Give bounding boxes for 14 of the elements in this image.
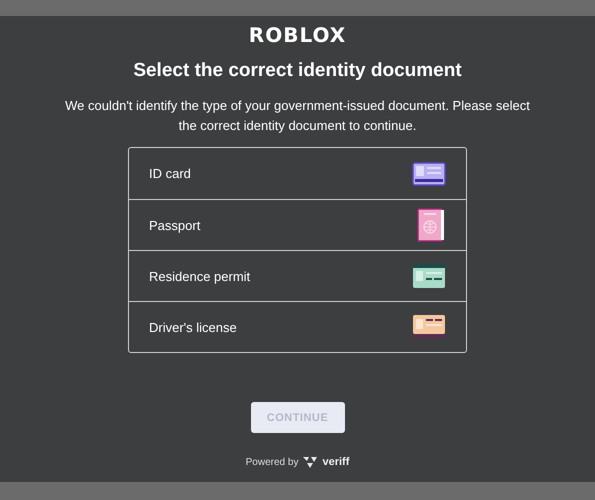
brand-logo-icon [302, 455, 318, 469]
document-option[interactable]: Passport [129, 199, 466, 250]
description-text: We couldn't identify the type of your government-issued document. Please select the correct identity document to continue. [64, 97, 531, 135]
permit-card-icon [412, 263, 446, 289]
document-option[interactable]: Residence permit [129, 250, 466, 301]
page-title: Select the correct identity document [133, 60, 462, 82]
document-option[interactable]: Driver's license [129, 301, 466, 352]
brand-name: veriff [322, 456, 350, 468]
license-card-icon [412, 314, 446, 340]
id-card-icon [412, 160, 446, 186]
powered-by-text: Powered by [246, 456, 298, 468]
document-option[interactable]: ID card [129, 148, 466, 199]
passport-icon [416, 208, 446, 242]
logo: ROBLOX [248, 24, 346, 46]
